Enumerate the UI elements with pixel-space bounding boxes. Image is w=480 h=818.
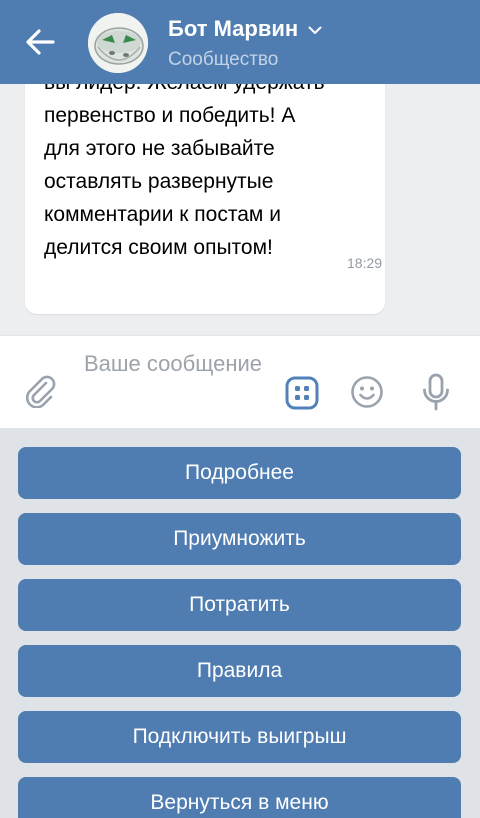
- emoji-button[interactable]: [348, 373, 386, 411]
- avatar[interactable]: [88, 13, 148, 73]
- paperclip-icon: [25, 375, 56, 408]
- message-line: делится своим опытом!: [44, 236, 273, 259]
- message-line: вы лидер. Желаем удержать: [44, 84, 379, 99]
- message-text: вы лидер. Желаем удержать первенство и п…: [44, 84, 379, 264]
- voice-button[interactable]: [418, 372, 454, 412]
- keyboard-button-connect-win[interactable]: Подключить выигрыш: [18, 711, 461, 763]
- message-composer: [0, 335, 480, 428]
- keyboard-button-spend[interactable]: Потратить: [18, 579, 461, 631]
- bot-keyboard-icon: [285, 376, 319, 410]
- chat-subtitle: Сообщество: [168, 49, 279, 70]
- message-line: комментарии к постам и: [44, 203, 281, 226]
- bot-keyboard: Подробнее Приумножить Потратить Правила …: [0, 428, 480, 818]
- keyboard-button-multiply[interactable]: Приумножить: [18, 513, 461, 565]
- chat-title-text: Бот Марвин: [168, 16, 299, 41]
- keyboard-button-more[interactable]: Подробнее: [18, 447, 461, 499]
- message-line: первенство и победить! А: [44, 104, 296, 127]
- bot-keyboard-button[interactable]: [283, 374, 321, 412]
- keyboard-button-back-to-menu[interactable]: Вернуться в меню: [18, 777, 461, 818]
- message-list[interactable]: 18:29 вы лидер. Желаем удержать первенст…: [0, 84, 480, 335]
- chat-title[interactable]: Бот Марвин: [168, 16, 322, 42]
- chat-header: Бот Марвин Сообщество: [0, 0, 480, 84]
- attach-button[interactable]: [22, 372, 60, 410]
- smile-icon: [351, 376, 383, 408]
- message-line: для этого не забывайте: [44, 137, 275, 160]
- message-line: оставлять развернутые: [44, 170, 274, 193]
- back-button[interactable]: [18, 22, 62, 62]
- arrow-left-icon: [26, 29, 55, 55]
- chevron-down-icon: [308, 26, 322, 34]
- bot-avatar-icon: [88, 13, 148, 73]
- message-input[interactable]: [84, 348, 264, 418]
- microphone-icon: [423, 373, 449, 411]
- keyboard-button-rules[interactable]: Правила: [18, 645, 461, 697]
